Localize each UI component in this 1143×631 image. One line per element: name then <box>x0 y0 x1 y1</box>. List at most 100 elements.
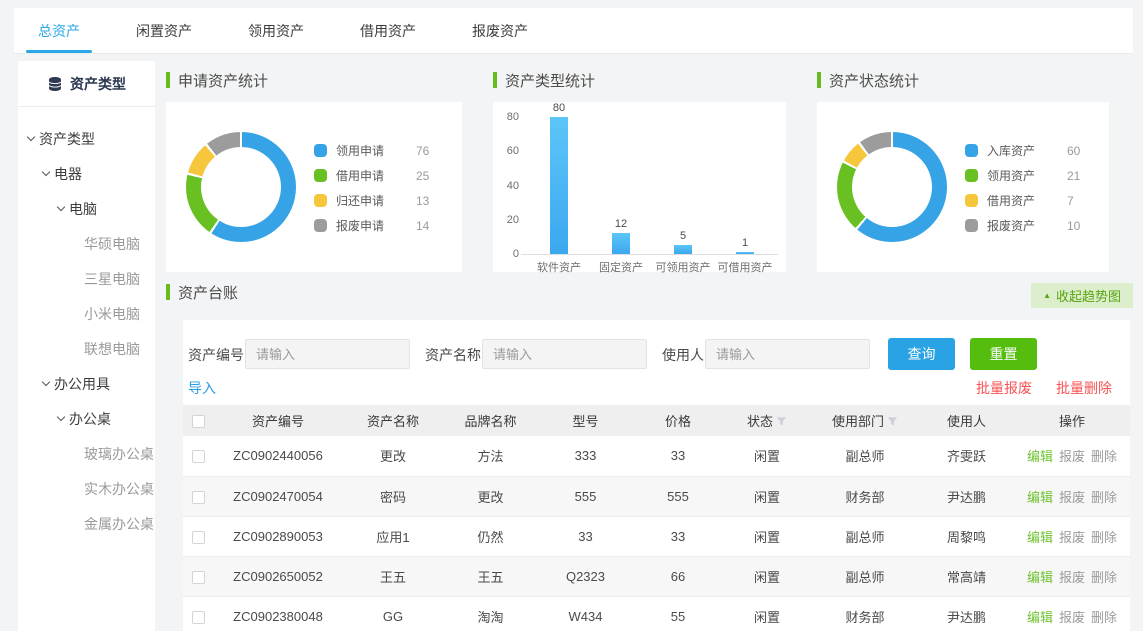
edit-link[interactable]: 编辑 <box>1027 490 1053 505</box>
row-checkbox[interactable] <box>192 571 205 584</box>
tab-闲置资产[interactable]: 闲置资产 <box>122 8 206 53</box>
row-checkbox[interactable] <box>192 611 205 624</box>
tree-node-电器[interactable]: 电器 <box>18 156 155 191</box>
links-row: 导入 批量报废 批量删除 <box>188 378 1112 398</box>
tree-node-华硕电脑[interactable]: 华硕电脑 <box>18 226 155 261</box>
tab-报废资产[interactable]: 报废资产 <box>458 8 542 53</box>
bar-value-label: 1 <box>742 237 748 249</box>
bar-slot-可借用资产: 1 <box>714 102 776 254</box>
cell-状态: 闲置 <box>723 596 811 631</box>
bar-软件资产[interactable] <box>550 117 568 254</box>
edit-link[interactable]: 编辑 <box>1027 449 1053 464</box>
tree-node-实木办公桌[interactable]: 实木办公桌 <box>18 471 155 506</box>
tree-node-电脑[interactable]: 电脑 <box>18 191 155 226</box>
tree-node-label: 小米电脑 <box>84 304 140 324</box>
tree-node-金属办公桌[interactable]: 金属办公桌 <box>18 506 155 541</box>
legend-label: 借用资产 <box>987 192 1049 209</box>
filter-funnel-icon[interactable] <box>776 416 787 427</box>
cell-使用人: 尹达鹏 <box>919 476 1014 516</box>
section-asset-type-stats: 资产类型统计 020406080801251软件资产固定资产可领用资产可借用资产 <box>493 70 786 276</box>
row-checkbox-cell <box>183 476 213 516</box>
legend-label: 借用申请 <box>336 167 398 184</box>
y-tick-label: 0 <box>493 248 519 260</box>
tree-node-label: 电器 <box>54 164 82 184</box>
bar-可借用资产[interactable] <box>736 252 754 254</box>
title-accent-bar <box>493 72 497 88</box>
delete-link[interactable]: 删除 <box>1091 610 1117 625</box>
scrap-link[interactable]: 报废 <box>1059 490 1085 505</box>
edit-link[interactable]: 编辑 <box>1027 610 1053 625</box>
delete-link[interactable]: 删除 <box>1091 449 1117 464</box>
section-apply-asset-stats: 申请资产统计 领用申请76借用申请25归还申请13报废申请14 <box>166 70 462 276</box>
tree-node-办公用具[interactable]: 办公用具 <box>18 366 155 401</box>
sidebar: 资产类型 资产类型电器电脑华硕电脑三星电脑小米电脑联想电脑办公用具办公桌玻璃办公… <box>18 61 155 631</box>
delete-link[interactable]: 删除 <box>1091 530 1117 545</box>
table-header: 资产编号资产名称品牌名称型号价格状态使用部门使用人操作 <box>183 405 1130 436</box>
x-axis-line <box>521 254 778 255</box>
legend-item-报废资产[interactable]: 报废资产 10 <box>965 213 1080 238</box>
tree-node-玻璃办公桌[interactable]: 玻璃办公桌 <box>18 436 155 471</box>
scrap-link[interactable]: 报废 <box>1059 570 1085 585</box>
legend-item-入库资产[interactable]: 入库资产60 <box>965 138 1080 163</box>
column-header-资产名称: 资产名称 <box>343 405 443 436</box>
legend-label: 归还申请 <box>336 192 398 209</box>
batch-scrap-link[interactable]: 批量报废 <box>976 378 1032 398</box>
cell-资产名称: GG <box>343 596 443 631</box>
legend-item-领用资产[interactable]: 领用资产21 <box>965 163 1080 188</box>
legend-label: 报废资产 <box>987 217 1049 234</box>
edit-link[interactable]: 编辑 <box>1027 570 1053 585</box>
row-checkbox-cell <box>183 596 213 631</box>
edit-link[interactable]: 编辑 <box>1027 530 1053 545</box>
cell-资产名称: 王五 <box>343 556 443 596</box>
query-button[interactable]: 查询 <box>888 338 955 370</box>
import-link[interactable]: 导入 <box>188 380 216 396</box>
delete-link[interactable]: 删除 <box>1091 490 1117 505</box>
user-input[interactable] <box>705 339 870 369</box>
legend-value: 10 <box>1067 219 1080 233</box>
legend-swatch <box>965 169 978 182</box>
legend-item-报废申请[interactable]: 报废申请14 <box>314 213 429 238</box>
legend-label: 领用资产 <box>987 167 1049 184</box>
asset-type-tree: 资产类型电器电脑华硕电脑三星电脑小米电脑联想电脑办公用具办公桌玻璃办公桌实木办公… <box>18 107 155 541</box>
scrap-link[interactable]: 报废 <box>1059 449 1085 464</box>
row-checkbox[interactable] <box>192 491 205 504</box>
legend-item-归还申请[interactable]: 归还申请13 <box>314 188 429 213</box>
tree-node-办公桌[interactable]: 办公桌 <box>18 401 155 436</box>
section-title: 申请资产统计 <box>166 70 462 90</box>
bar-value-label: 12 <box>615 218 627 230</box>
tab-总资产[interactable]: 总资产 <box>24 8 94 53</box>
column-header-价格: 价格 <box>633 405 723 436</box>
row-checkbox[interactable] <box>192 450 205 463</box>
tree-node-小米电脑[interactable]: 小米电脑 <box>18 296 155 331</box>
delete-link[interactable]: 删除 <box>1091 570 1117 585</box>
cell-资产编号: ZC0902890053 <box>213 516 343 556</box>
x-tick-label: 固定资产 <box>599 259 643 275</box>
legend-item-借用申请[interactable]: 借用申请25 <box>314 163 429 188</box>
cell-使用部门: 副总师 <box>811 516 919 556</box>
legend-item-借用资产[interactable]: 借用资产7 <box>965 188 1080 213</box>
tree-node-三星电脑[interactable]: 三星电脑 <box>18 261 155 296</box>
tab-借用资产[interactable]: 借用资产 <box>346 8 430 53</box>
cell-使用部门: 财务部 <box>811 476 919 516</box>
reset-button[interactable]: 重置 <box>970 338 1037 370</box>
tab-领用资产[interactable]: 领用资产 <box>234 8 318 53</box>
row-checkbox[interactable] <box>192 531 205 544</box>
tree-node-资产类型[interactable]: 资产类型 <box>18 121 155 156</box>
batch-delete-link[interactable]: 批量删除 <box>1056 378 1112 398</box>
scrap-link[interactable]: 报废 <box>1059 530 1085 545</box>
select-all-checkbox[interactable] <box>192 415 205 428</box>
tree-node-label: 办公桌 <box>69 409 111 429</box>
bar-可领用资产[interactable] <box>674 245 692 254</box>
table-row: ZC0902380048GG淘淘W43455闲置财务部尹达鹏编辑报废删除 <box>183 596 1130 631</box>
scrap-link[interactable]: 报废 <box>1059 610 1085 625</box>
bar-固定资产[interactable] <box>612 233 630 254</box>
legend-item-领用申请[interactable]: 领用申请76 <box>314 138 429 163</box>
asset-code-input[interactable] <box>245 339 410 369</box>
cell-使用人: 周黎鸣 <box>919 516 1014 556</box>
asset-name-input[interactable] <box>482 339 647 369</box>
tree-node-联想电脑[interactable]: 联想电脑 <box>18 331 155 366</box>
cell-状态: 闲置 <box>723 556 811 596</box>
filter-funnel-icon[interactable] <box>887 416 898 427</box>
collapse-trend-button[interactable]: ▲ 收起趋势图 <box>1031 283 1133 308</box>
top-tabbar: 总资产闲置资产领用资产借用资产报废资产 <box>14 8 1133 54</box>
